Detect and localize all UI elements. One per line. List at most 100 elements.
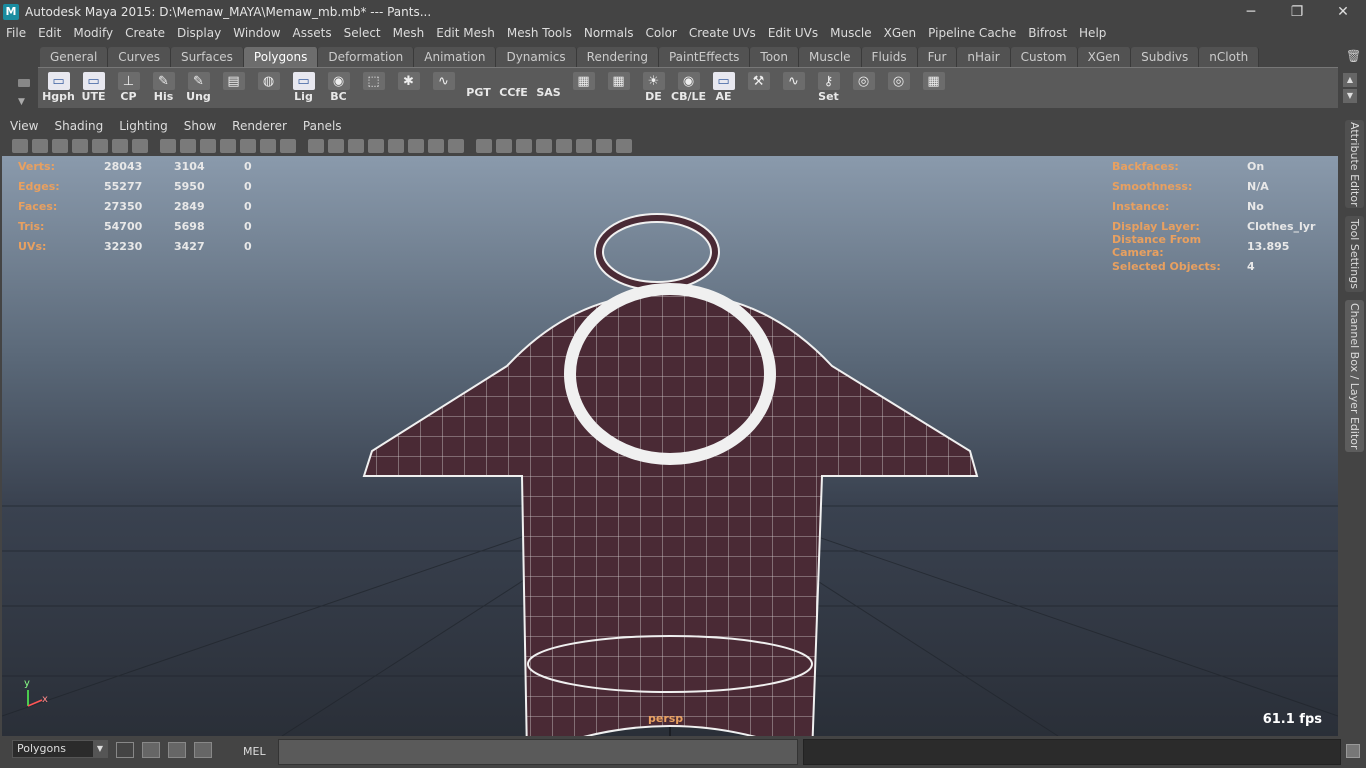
shelf-button-tool-10[interactable]: ✱ <box>392 70 425 106</box>
menu-bifrost[interactable]: Bifrost <box>1022 23 1073 43</box>
shelf-button-tool-11[interactable]: ∿ <box>427 70 460 106</box>
tab-tool-settings[interactable]: Tool Settings <box>1345 216 1364 292</box>
shelf-button-hgph[interactable]: ▭ Hgph <box>42 70 75 106</box>
panel-tool-icon[interactable] <box>112 139 128 153</box>
shelf-button-ccfe[interactable]: CCfE <box>497 70 530 106</box>
menu-color[interactable]: Color <box>640 23 683 43</box>
shelf-tab-xgen[interactable]: XGen <box>1077 47 1132 67</box>
menu-create-uvs[interactable]: Create UVs <box>683 23 762 43</box>
menu-create[interactable]: Create <box>119 23 171 43</box>
panel-tool-icon[interactable] <box>220 139 236 153</box>
shelf-options[interactable]: ▼ <box>12 47 36 109</box>
shelf-button-tool-25[interactable]: ▦ <box>917 70 950 106</box>
shelf-tab-general[interactable]: General <box>40 47 109 67</box>
menu-window[interactable]: Window <box>227 23 286 43</box>
panel-menu-shading[interactable]: Shading <box>46 119 111 133</box>
mel-label[interactable]: MEL <box>243 745 266 758</box>
menu-edit-uvs[interactable]: Edit UVs <box>762 23 824 43</box>
shelf-button-ung[interactable]: ✎ Ung <box>182 70 215 106</box>
shelf-tab-ncloth[interactable]: nCloth <box>1199 47 1260 67</box>
minimize-button[interactable]: ─ <box>1228 0 1274 23</box>
shelf-tab-custom[interactable]: Custom <box>1010 47 1078 67</box>
shelf-button-tool-9[interactable]: ⬚ <box>357 70 390 106</box>
panel-tool-icon[interactable] <box>476 139 492 153</box>
shelf-button-pgt[interactable]: PGT <box>462 70 495 106</box>
panel-tool-icon[interactable] <box>72 139 88 153</box>
panel-tool-icon[interactable] <box>328 139 344 153</box>
panel-tool-icon[interactable] <box>280 139 296 153</box>
shelf-button-tool-5[interactable]: ▤ <box>217 70 250 106</box>
shelf-tab-dynamics[interactable]: Dynamics <box>496 47 577 67</box>
panel-tool-icon[interactable] <box>260 139 276 153</box>
mel-command-input[interactable] <box>278 739 798 765</box>
shelf-tab-animation[interactable]: Animation <box>414 47 497 67</box>
shelf-tab-rendering[interactable]: Rendering <box>576 47 659 67</box>
panel-tool-icon[interactable] <box>368 139 384 153</box>
shelf-scroll-up-icon[interactable]: ▲ <box>1343 73 1357 87</box>
menu-modify[interactable]: Modify <box>67 23 119 43</box>
shelf-button-tool-16[interactable]: ▦ <box>602 70 635 106</box>
menu-file[interactable]: File <box>0 23 32 43</box>
menu-edit-mesh[interactable]: Edit Mesh <box>430 23 501 43</box>
shirt-mesh[interactable] <box>362 213 979 736</box>
snap-icon[interactable] <box>116 742 134 758</box>
shelf-button-ute[interactable]: ▭ UTE <box>77 70 110 106</box>
panel-tool-icon[interactable] <box>596 139 612 153</box>
panel-tool-icon[interactable] <box>240 139 256 153</box>
panel-menu-lighting[interactable]: Lighting <box>111 119 176 133</box>
menu-assets[interactable]: Assets <box>287 23 338 43</box>
shelf-tab-painteffects[interactable]: PaintEffects <box>658 47 751 67</box>
shelf-button-cp[interactable]: ⊥ CP <box>112 70 145 106</box>
shelf-button-ae[interactable]: ▭ AE <box>707 70 740 106</box>
shelf-button-sas[interactable]: SAS <box>532 70 565 106</box>
panel-tool-icon[interactable] <box>348 139 364 153</box>
shelf-button-bc[interactable]: ◉ BC <box>322 70 355 106</box>
panel-tool-icon[interactable] <box>556 139 572 153</box>
menu-pipeline-cache[interactable]: Pipeline Cache <box>922 23 1022 43</box>
3d-viewport[interactable]: Verts: 28043 3104 0 Edges: 55277 5950 0 Faces: 27… <box>2 156 1338 736</box>
panel-tool-icon[interactable] <box>388 139 404 153</box>
panel-tool-icon[interactable] <box>160 139 176 153</box>
menu-help[interactable]: Help <box>1073 23 1112 43</box>
mode-select[interactable]: Polygons ▼ <box>12 740 108 758</box>
shelf-button-cble[interactable]: ◉ CB/LE <box>671 70 706 106</box>
menu-normals[interactable]: Normals <box>578 23 640 43</box>
shelf-button-set[interactable]: ⚷ Set <box>812 70 845 106</box>
shelf-button-lig[interactable]: ▭ Lig <box>287 70 320 106</box>
panel-tool-icon[interactable] <box>180 139 196 153</box>
shelf-tab-nhair[interactable]: nHair <box>957 47 1011 67</box>
shelf-scroll-down-icon[interactable]: ▼ <box>1343 89 1357 103</box>
menu-muscle[interactable]: Muscle <box>824 23 878 43</box>
panel-tool-icon[interactable] <box>616 139 632 153</box>
outliner-icon[interactable] <box>168 742 186 758</box>
menu-mesh-tools[interactable]: Mesh Tools <box>501 23 578 43</box>
tab-channel-box[interactable]: Channel Box / Layer Editor <box>1345 300 1364 452</box>
panel-tool-icon[interactable] <box>516 139 532 153</box>
shelf-tab-deformation[interactable]: Deformation <box>318 47 415 67</box>
menu-display[interactable]: Display <box>171 23 227 43</box>
panel-tool-icon[interactable] <box>496 139 512 153</box>
maximize-button[interactable]: ❐ <box>1274 0 1320 23</box>
panel-tool-icon[interactable] <box>200 139 216 153</box>
shelf-tab-fur[interactable]: Fur <box>917 47 958 67</box>
shelf-button-his[interactable]: ✎ His <box>147 70 180 106</box>
menu-mesh[interactable]: Mesh <box>387 23 431 43</box>
shelf-tab-curves[interactable]: Curves <box>108 47 171 67</box>
panel-tool-icon[interactable] <box>576 139 592 153</box>
panel-tool-icon[interactable] <box>92 139 108 153</box>
shelf-tab-polygons[interactable]: Polygons <box>243 47 319 67</box>
panel-tool-icon[interactable] <box>536 139 552 153</box>
panel-tool-icon[interactable] <box>308 139 324 153</box>
menu-xgen[interactable]: XGen <box>878 23 923 43</box>
shelf-button-tool-6[interactable]: ◍ <box>252 70 285 106</box>
script-editor-button-icon[interactable] <box>1346 744 1360 758</box>
panel-tool-icon[interactable] <box>408 139 424 153</box>
panel-tool-icon[interactable] <box>448 139 464 153</box>
panel-tool-icon[interactable] <box>428 139 444 153</box>
menu-select[interactable]: Select <box>338 23 387 43</box>
shelf-down-icon[interactable]: ▼ <box>18 97 30 107</box>
tab-attribute-editor[interactable]: Attribute Editor <box>1345 120 1364 208</box>
shelf-button-tool-15[interactable]: ▦ <box>567 70 600 106</box>
shelf-tab-muscle[interactable]: Muscle <box>799 47 862 67</box>
shelf-tab-surfaces[interactable]: Surfaces <box>170 47 244 67</box>
